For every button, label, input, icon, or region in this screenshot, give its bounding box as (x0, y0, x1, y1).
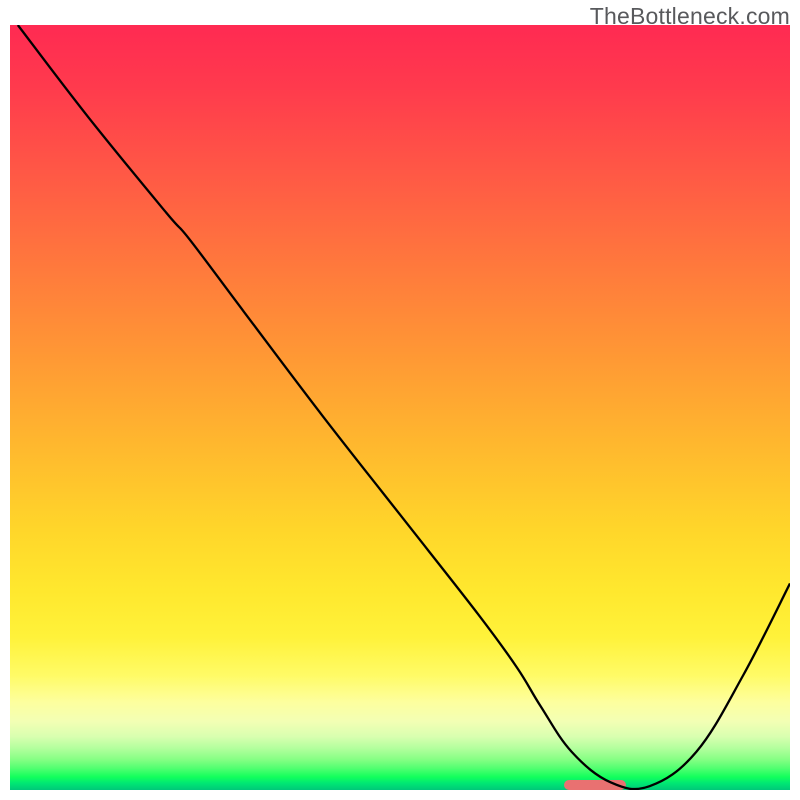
plot-area (10, 25, 790, 790)
chart-frame: TheBottleneck.com (0, 0, 800, 800)
watermark-text: TheBottleneck.com (590, 3, 790, 30)
curve-path (18, 25, 790, 789)
bottleneck-curve (10, 25, 790, 790)
